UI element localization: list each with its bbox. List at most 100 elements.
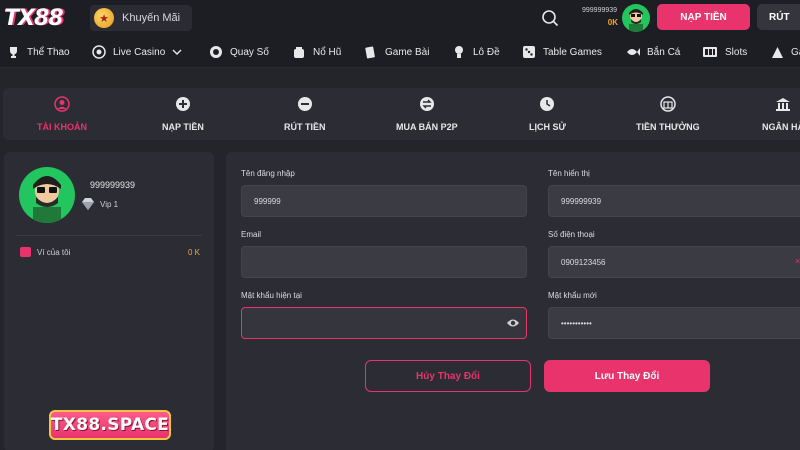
diamond-icon — [82, 198, 94, 210]
new-password-label: Mật khẩu mới — [548, 291, 597, 300]
header-avatar[interactable] — [622, 4, 650, 32]
cat-label: Live Casino — [113, 46, 166, 58]
tab-tai-khoan[interactable]: TÀI KHOẢN — [37, 96, 87, 132]
cat-ban-ca[interactable]: Bắn Cá — [626, 44, 680, 60]
cat-label: Lô Đề — [473, 46, 500, 58]
tab-label: TIỀN THƯỞNG — [636, 122, 700, 132]
phone-field[interactable]: 0909123456 × — [548, 246, 800, 278]
gift-icon — [660, 96, 676, 112]
tab-tien-thuong[interactable]: TIỀN THƯỞNG — [636, 96, 700, 132]
save-changes-button[interactable]: Lưu Thay Đổi — [544, 360, 710, 392]
cat-label: Ga — [791, 46, 800, 58]
profile-divider — [16, 235, 202, 236]
dice-icon — [522, 45, 536, 59]
tab-mua-ban-p2p[interactable]: MUA BÁN P2P — [396, 96, 458, 132]
tab-label: LỊCH SỬ — [529, 122, 566, 132]
wallet-value: 0 K — [187, 247, 200, 257]
email-field[interactable] — [241, 246, 527, 278]
eye-icon[interactable] — [506, 317, 520, 329]
cat-game-bai[interactable]: Game Bài — [364, 44, 429, 60]
tab-rut-tien[interactable]: RÚT TIỀN — [284, 96, 326, 132]
game-icon — [770, 45, 784, 59]
avatar-face-icon — [33, 176, 61, 223]
new-password-value: ••••••••••• — [561, 318, 592, 328]
search-icon[interactable] — [541, 9, 559, 27]
promotions-label: Khuyến Mãi — [122, 12, 181, 24]
cat-game[interactable]: Ga — [770, 44, 800, 60]
current-password-label: Mật khẩu hiện tại — [241, 291, 302, 300]
cancel-changes-button[interactable]: Hủy Thay Đổi — [365, 360, 531, 392]
minus-circle-icon — [297, 96, 313, 112]
chevron-down-icon — [172, 49, 182, 55]
cat-label: Nổ Hũ — [313, 46, 342, 58]
cat-table-games[interactable]: Table Games — [522, 44, 602, 60]
display-name-value: 999999939 — [561, 196, 602, 206]
lotto-icon — [452, 45, 466, 59]
header-username: 999999939 — [582, 7, 618, 14]
display-name-field[interactable]: 999999939 — [548, 185, 800, 217]
clear-icon[interactable]: × — [795, 256, 800, 268]
header-balance: 0K — [607, 18, 618, 27]
promotions-button[interactable]: ★ Khuyến Mãi — [90, 5, 192, 31]
cards-icon — [364, 45, 378, 59]
cat-slots[interactable]: Slots — [702, 44, 747, 60]
bank-icon — [775, 96, 791, 112]
trophy-icon — [6, 45, 20, 59]
vip-level: Vip 1 — [80, 197, 118, 211]
tab-label: RÚT TIỀN — [284, 122, 326, 132]
tab-label: TÀI KHOẢN — [37, 122, 87, 132]
slot-machine-icon — [702, 45, 718, 59]
profile-panel: 999999939 Vip 1 Ví của tôi 0 K TX88.SPAC… — [4, 152, 214, 450]
profile-username: 999999939 — [90, 180, 136, 190]
casino-chip-icon — [92, 45, 106, 59]
username-value: 999999 — [254, 196, 281, 206]
tab-ngan-hang[interactable]: NGÂN HÀ — [762, 96, 800, 132]
withdraw-button[interactable]: RÚT — [757, 4, 800, 30]
tab-nap-tien[interactable]: NẠP TIỀN — [162, 96, 204, 132]
watermark-badge: TX88.SPACE — [49, 410, 171, 440]
fish-icon — [626, 45, 640, 59]
phone-label: Số điện thoại — [548, 230, 595, 239]
cat-quay-so[interactable]: Quay Số — [209, 44, 269, 60]
deposit-button[interactable]: NẠP TIỀN — [657, 4, 750, 30]
top-header: TX88 ★ Khuyến Mãi 999999939 0K NẠP TIỀN … — [0, 0, 800, 36]
site-logo[interactable]: TX88 — [4, 4, 76, 32]
logo-text: TX88 — [4, 5, 64, 31]
tab-label: MUA BÁN P2P — [396, 122, 458, 132]
swap-icon — [419, 96, 435, 112]
cat-label: Table Games — [543, 46, 602, 58]
cat-no-hu[interactable]: Nổ Hũ — [292, 44, 341, 60]
avatar-face-icon — [629, 9, 643, 32]
username-label: Tên đăng nhập — [241, 169, 295, 178]
account-tabs: TÀI KHOẢN NẠP TIỀN RÚT TIỀN MUA BÁN P2P … — [3, 88, 800, 140]
username-field: 999999 — [241, 185, 527, 217]
wallet-icon — [20, 247, 31, 257]
new-password-field[interactable]: ••••••••••• — [548, 307, 800, 339]
clock-icon — [539, 96, 555, 112]
promo-badge-icon: ★ — [94, 8, 114, 28]
plus-circle-icon — [175, 96, 191, 112]
jar-icon — [292, 45, 306, 59]
tab-lich-su[interactable]: LỊCH SỬ — [529, 96, 566, 132]
cat-the-thao[interactable]: Thể Thao — [6, 44, 70, 60]
account-form: Tên đăng nhập 999999 Tên hiển thị 999999… — [226, 152, 800, 450]
phone-value: 0909123456 — [561, 257, 606, 267]
lottery-ball-icon — [209, 45, 223, 59]
profile-avatar[interactable] — [19, 167, 75, 223]
cat-live-casino[interactable]: Live Casino — [92, 44, 182, 60]
wallet-label: Ví của tôi — [37, 247, 71, 257]
tab-label: NẠP TIỀN — [162, 122, 204, 132]
cat-label: Game Bài — [385, 46, 430, 58]
tab-label: NGÂN HÀ — [762, 122, 800, 132]
current-password-field[interactable] — [241, 307, 527, 339]
cat-label: Thể Thao — [27, 46, 70, 58]
user-icon — [54, 96, 70, 112]
account-summary[interactable]: 999999939 0K — [582, 6, 622, 30]
category-nav: Thể Thao Live Casino Quay Số Nổ Hũ Game … — [0, 36, 800, 68]
vip-label: Vip 1 — [100, 199, 119, 209]
wallet-row[interactable]: Ví của tôi 0 K — [20, 244, 200, 260]
cat-label: Slots — [725, 46, 748, 58]
email-label: Email — [241, 230, 262, 239]
cat-label: Bắn Cá — [647, 46, 681, 58]
cat-lo-de[interactable]: Lô Đề — [452, 44, 500, 60]
